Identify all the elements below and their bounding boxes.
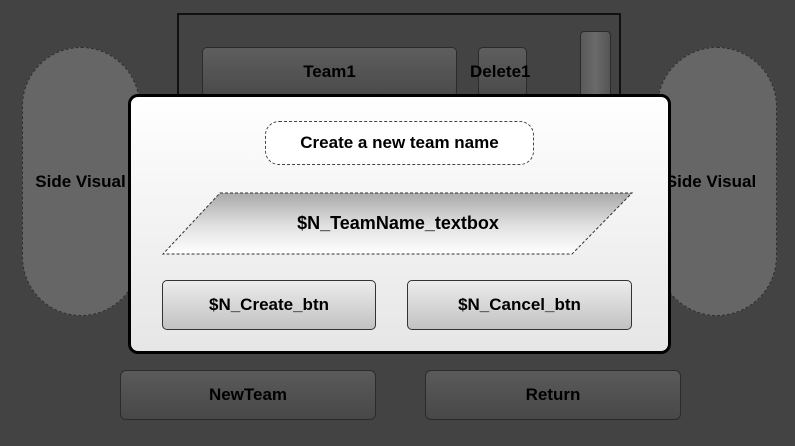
new-team-label: NewTeam: [208, 385, 288, 404]
side-visual-right-label: Side Visual: [665, 171, 757, 191]
return-button[interactable]: Return: [425, 370, 681, 420]
create-button-label: $N_Create_btn: [209, 295, 329, 314]
cancel-button[interactable]: $N_Cancel_btn: [407, 280, 632, 330]
create-button[interactable]: $N_Create_btn: [162, 280, 376, 330]
team-list-scrollbar[interactable]: [580, 31, 611, 101]
delete-button-label: Delete1: [470, 62, 531, 81]
team-item-label: Team1: [303, 62, 356, 81]
dialog-title: Create a new team name: [265, 121, 534, 165]
dialog-title-text: Create a new team name: [300, 133, 499, 152]
new-team-button[interactable]: NewTeam: [120, 370, 376, 420]
side-visual-left: Side Visual: [22, 47, 140, 316]
side-visual-left-label: Side Visual: [35, 171, 126, 191]
return-label: Return: [525, 385, 581, 404]
team-name-textbox[interactable]: [160, 190, 636, 258]
side-visual-right: Side Visual: [657, 47, 777, 316]
cancel-button-label: $N_Cancel_btn: [458, 295, 581, 314]
team-item-button[interactable]: Team1: [202, 47, 457, 97]
